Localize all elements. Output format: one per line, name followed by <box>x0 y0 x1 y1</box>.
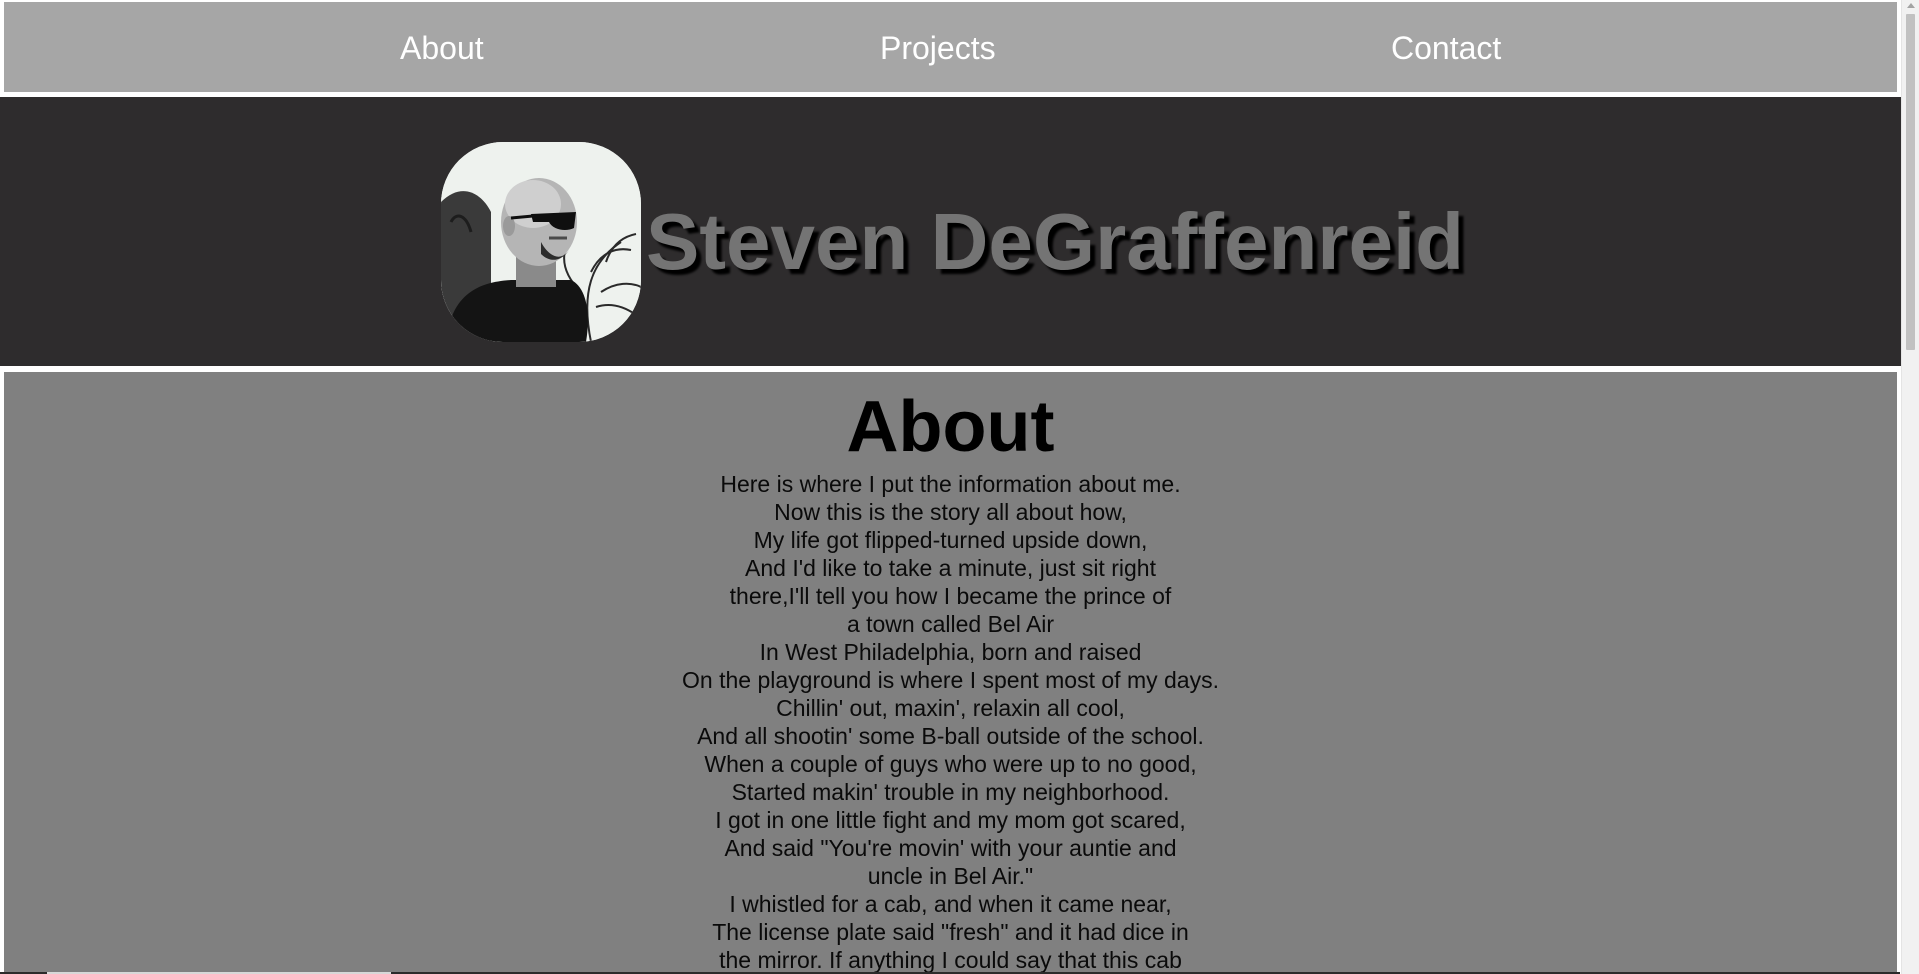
about-text-line: there,I'll tell you how I became the pri… <box>729 583 1172 609</box>
page: About Projects Contact Steven DeGraffenr… <box>0 0 1919 974</box>
about-text-line: Started makin' trouble in my neighborhoo… <box>731 779 1170 805</box>
navbar: About Projects Contact <box>4 2 1897 92</box>
scrollbar-thumb[interactable] <box>1906 14 1915 350</box>
profile-photo-illustration <box>441 142 641 342</box>
about-text-line: When a couple of guys who were up to no … <box>704 751 1197 777</box>
about-heading: About <box>846 387 1055 467</box>
profile-photo <box>441 142 641 342</box>
nav-link-about[interactable]: About <box>400 29 484 67</box>
about-text-line: Now this is the story all about how, <box>774 499 1127 525</box>
nav-link-projects[interactable]: Projects <box>880 29 996 67</box>
site-owner-name: Steven DeGraffenreid <box>646 197 1465 286</box>
about-text-line: Here is where I put the information abou… <box>720 471 1181 497</box>
about-text-line: a town called Bel Air <box>846 611 1055 637</box>
about-text-line: And I'd like to take a minute, just sit … <box>745 555 1156 581</box>
about-text-line: On the playground is where I spent most … <box>682 667 1219 693</box>
header-banner: Steven DeGraffenreid <box>0 97 1903 366</box>
about-text-line: My life got flipped-turned upside down, <box>753 527 1148 553</box>
about-text-line: Chillin' out, maxin', relaxin all cool, <box>776 695 1125 721</box>
about-text: Here is where I put the information abou… <box>4 470 1897 974</box>
about-text-line: And said "You're movin' with your auntie… <box>724 835 1177 861</box>
about-text-line: I got in one little fight and my mom got… <box>715 807 1186 833</box>
nav-link-contact[interactable]: Contact <box>1391 29 1501 67</box>
scroll-up-arrow-icon[interactable] <box>1907 3 1915 8</box>
about-text-line: And all shootin' some B-ball outside of … <box>697 723 1204 749</box>
about-text-line: The license plate said "fresh" and it ha… <box>712 919 1189 945</box>
about-text-line: uncle in Bel Air." <box>867 863 1034 889</box>
about-text-line: the mirror. If anything I could say that… <box>719 947 1182 973</box>
about-text-line: In West Philadelphia, born and raised <box>759 639 1142 665</box>
vertical-scrollbar[interactable] <box>1901 0 1919 974</box>
about-text-line: I whistled for a cab, and when it came n… <box>729 891 1172 917</box>
about-section: About Here is where I put the informatio… <box>4 372 1897 974</box>
